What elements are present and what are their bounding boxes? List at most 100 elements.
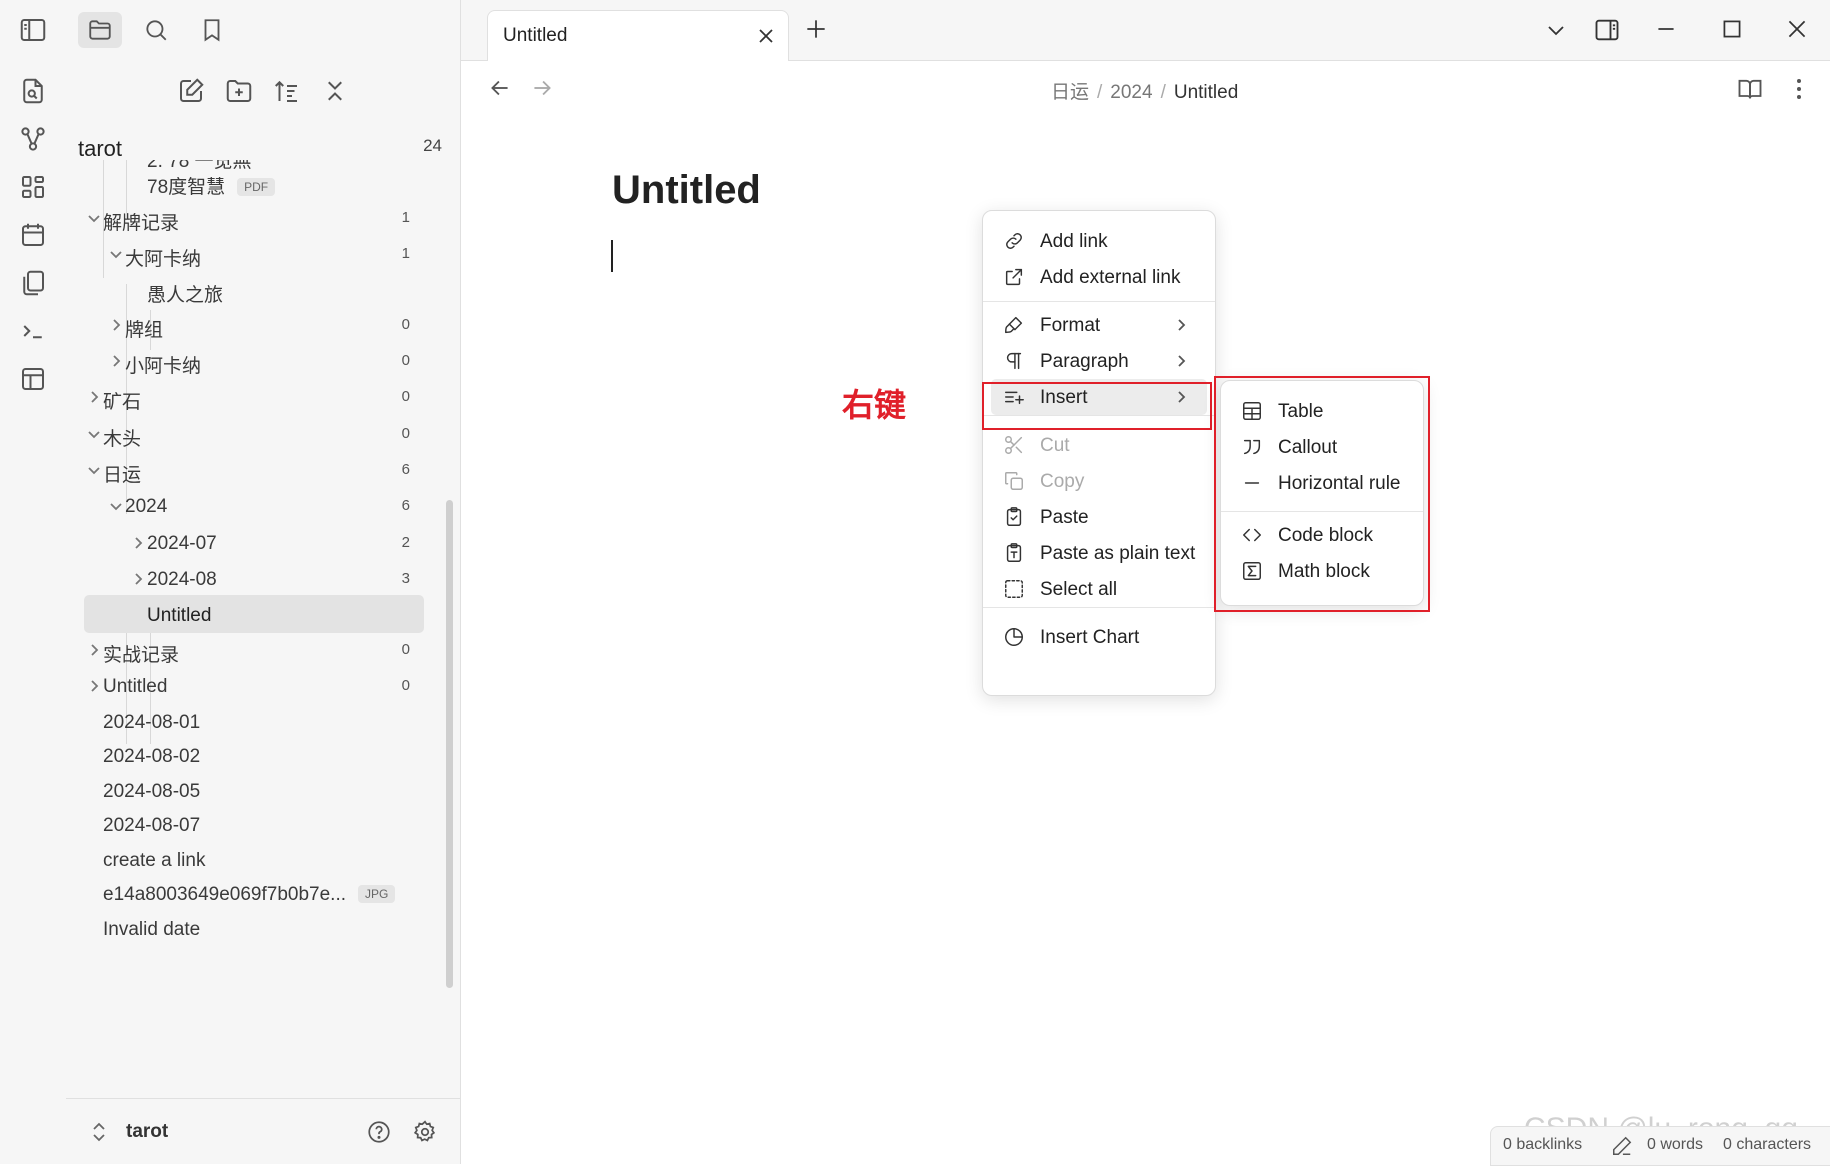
- folder-item[interactable]: Untitled 0: [66, 666, 446, 706]
- folder-item[interactable]: 日运 6: [66, 450, 446, 490]
- file-item[interactable]: 2024-08-02: [66, 736, 446, 776]
- tab-untitled[interactable]: Untitled: [487, 10, 789, 61]
- help-icon[interactable]: [366, 1119, 392, 1145]
- chevron-right-icon[interactable]: [130, 535, 146, 551]
- close-window-icon[interactable]: [1784, 16, 1810, 42]
- menu-item-label: Add link: [1040, 231, 1108, 252]
- clipboard-type-icon: [1003, 542, 1025, 564]
- file-item[interactable]: 78度智慧 PDF: [66, 162, 446, 202]
- item-count: 3: [401, 570, 410, 587]
- item-count: 0: [401, 388, 410, 405]
- tree-item-label: Untitled: [147, 605, 212, 626]
- menu-item-add-external-link[interactable]: Add external link: [983, 259, 1215, 295]
- folder-item[interactable]: 2024 6: [66, 486, 446, 526]
- back-arrow-icon[interactable]: [487, 75, 513, 101]
- calendar-icon[interactable]: [18, 220, 48, 250]
- files-tab-button[interactable]: [78, 12, 122, 48]
- chevron-right-icon[interactable]: [86, 389, 102, 405]
- file-item[interactable]: Invalid date: [66, 909, 446, 949]
- sidebar-footer: tarot: [66, 1098, 460, 1165]
- folder-item[interactable]: 实战记录 0: [66, 630, 446, 670]
- folder-item[interactable]: 2024-07 2: [66, 523, 446, 563]
- menu-item-paste-as-plain-text[interactable]: Paste as plain text: [983, 535, 1215, 571]
- folder-item[interactable]: 解牌记录 1: [66, 198, 446, 238]
- graph-view-icon[interactable]: [18, 124, 48, 154]
- new-note-button[interactable]: [176, 76, 206, 106]
- text-cursor: [611, 240, 613, 272]
- bookmarks-tab-button[interactable]: [190, 12, 234, 48]
- chevrons-collapse-icon: [328, 81, 342, 101]
- chevron-right-icon[interactable]: [86, 642, 102, 658]
- folder-item[interactable]: 2024-08 3: [66, 559, 446, 599]
- sidebar-scrollbar[interactable]: [446, 500, 453, 988]
- folder-item[interactable]: 牌组 0: [66, 305, 446, 345]
- chevron-right-icon[interactable]: [108, 317, 124, 333]
- file-item[interactable]: Untitled: [66, 595, 446, 635]
- folder-item[interactable]: 木头 0: [66, 414, 446, 454]
- breadcrumb-folder-2024[interactable]: 2024: [1110, 82, 1152, 103]
- pencil-icon[interactable]: [1611, 1135, 1633, 1157]
- maximize-window-icon[interactable]: [1719, 16, 1745, 42]
- menu-item-copy[interactable]: Copy: [983, 463, 1215, 499]
- backlinks-count[interactable]: 0 backlinks: [1503, 1136, 1582, 1154]
- menu-item-paste[interactable]: Paste: [983, 499, 1215, 535]
- layout-icon[interactable]: [18, 364, 48, 394]
- folder-item[interactable]: 矿石 0: [66, 377, 446, 417]
- folder-item[interactable]: 大阿卡纳 1: [66, 234, 446, 274]
- tree-item-label: 2024-08: [147, 569, 217, 590]
- canvas-icon[interactable]: [18, 172, 48, 202]
- forward-arrow-icon[interactable]: [529, 75, 555, 101]
- menu-item-select-all[interactable]: Select all: [983, 571, 1215, 607]
- vault-switcher-icon[interactable]: [90, 1121, 108, 1143]
- more-options-icon[interactable]: [1789, 75, 1809, 103]
- menu-item-label: Format: [1040, 315, 1101, 336]
- tree-item-label: 2024-08-01: [103, 712, 201, 733]
- paintbrush-icon: [1003, 314, 1025, 336]
- chevron-down-icon[interactable]: [108, 246, 124, 262]
- reading-view-book-icon[interactable]: [1736, 75, 1764, 103]
- minimize-window-icon[interactable]: [1653, 16, 1679, 42]
- chevron-down-icon[interactable]: [86, 210, 102, 226]
- settings-gear-icon[interactable]: [412, 1119, 438, 1145]
- menu-item-paragraph[interactable]: Paragraph: [983, 343, 1215, 379]
- breadcrumb-current-file[interactable]: Untitled: [1174, 82, 1238, 103]
- file-search-icon[interactable]: [18, 76, 48, 106]
- menu-item-cut[interactable]: Cut: [983, 427, 1215, 463]
- vault-switcher-label[interactable]: tarot: [126, 1121, 168, 1143]
- toggle-sidebar-icon[interactable]: [18, 15, 48, 45]
- sort-button[interactable]: [272, 76, 302, 106]
- new-tab-plus-icon[interactable]: [803, 16, 829, 42]
- note-title[interactable]: Untitled: [612, 168, 761, 213]
- search-tab-button[interactable]: [134, 12, 178, 48]
- chevron-right-icon[interactable]: [108, 353, 124, 369]
- tree-item-label: Invalid date: [103, 919, 201, 940]
- tree-item-label: 大阿卡纳: [125, 249, 202, 270]
- collapse-all-button[interactable]: [320, 76, 350, 106]
- file-item[interactable]: e14a8003649e069f7b0b7e... JPG: [66, 874, 446, 914]
- chevron-right-icon[interactable]: [130, 571, 146, 587]
- breadcrumb-folder-riyun[interactable]: 日运: [1051, 82, 1089, 103]
- folder-item[interactable]: 小阿卡纳 0: [66, 341, 446, 381]
- chevron-down-icon[interactable]: [86, 426, 102, 442]
- toggle-right-sidebar-icon[interactable]: [1593, 16, 1619, 42]
- tab-bar: Untitled: [461, 0, 1830, 61]
- menu-item-label: Insert Chart: [1040, 627, 1140, 648]
- terminal-icon[interactable]: [18, 316, 48, 346]
- chevron-down-icon[interactable]: [108, 498, 124, 514]
- menu-item-insert-chart[interactable]: Insert Chart: [983, 619, 1215, 655]
- close-tab-icon[interactable]: [756, 26, 776, 46]
- file-item[interactable]: 2024-08-07: [66, 805, 446, 845]
- menu-item-label: Paragraph: [1040, 351, 1129, 372]
- menu-item-add-link[interactable]: Add link: [983, 223, 1215, 259]
- templates-icon[interactable]: [18, 268, 48, 298]
- menu-item-format[interactable]: Format: [983, 307, 1215, 343]
- file-item[interactable]: 愚人之旅: [66, 270, 446, 310]
- tab-list-chevron-down-icon[interactable]: [1544, 18, 1570, 44]
- breadcrumb: 日运/2024/Untitled: [1051, 82, 1239, 103]
- clipboard-check-icon: [1003, 506, 1025, 528]
- item-count: 0: [401, 316, 410, 333]
- chevron-right-icon[interactable]: [86, 678, 102, 694]
- chevron-down-icon[interactable]: [86, 462, 102, 478]
- annotation-right-click: 右键: [842, 387, 907, 423]
- new-folder-button[interactable]: [224, 76, 254, 106]
